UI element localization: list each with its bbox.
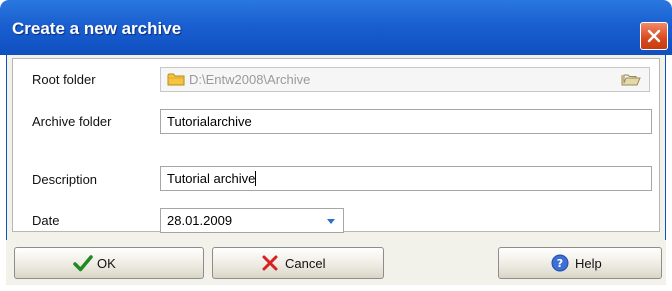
cancel-x-icon	[262, 255, 278, 271]
description-value: Tutorial archive	[167, 171, 256, 186]
checkmark-icon	[73, 255, 93, 272]
create-archive-dialog: Create a new archive Root folder D:\Entw…	[0, 0, 672, 291]
cancel-button-label: Cancel	[285, 256, 326, 271]
root-folder-label: Root folder	[32, 72, 96, 87]
svg-text:?: ?	[557, 257, 563, 270]
folder-icon	[167, 73, 185, 86]
date-label: Date	[32, 213, 60, 228]
text-cursor	[255, 171, 257, 186]
root-folder-field[interactable]: D:\Entw2008\Archive	[160, 67, 650, 92]
title-bar: Create a new archive	[0, 0, 672, 55]
help-button[interactable]: ? Help	[498, 247, 662, 279]
root-folder-value: D:\Entw2008\Archive	[189, 72, 311, 87]
cancel-button[interactable]: Cancel	[212, 247, 384, 279]
close-icon	[647, 29, 661, 43]
description-label: Description	[32, 172, 98, 187]
description-input[interactable]: Tutorial archive	[160, 166, 652, 191]
help-button-label: Help	[575, 256, 602, 271]
archive-folder-input[interactable]: Tutorialarchive	[160, 109, 652, 134]
browse-folder-icon[interactable]	[621, 72, 641, 87]
date-value: 28.01.2009	[167, 213, 233, 228]
close-button[interactable]	[640, 22, 668, 50]
archive-folder-label: Archive folder	[32, 114, 112, 129]
ok-button-label: OK	[97, 256, 116, 271]
chevron-down-icon[interactable]	[327, 219, 335, 224]
help-icon: ?	[551, 254, 569, 272]
date-picker[interactable]: 28.01.2009	[160, 208, 344, 233]
ok-button[interactable]: OK	[14, 247, 204, 279]
dialog-title: Create a new archive	[12, 19, 182, 38]
archive-folder-value: Tutorialarchive	[167, 114, 252, 129]
